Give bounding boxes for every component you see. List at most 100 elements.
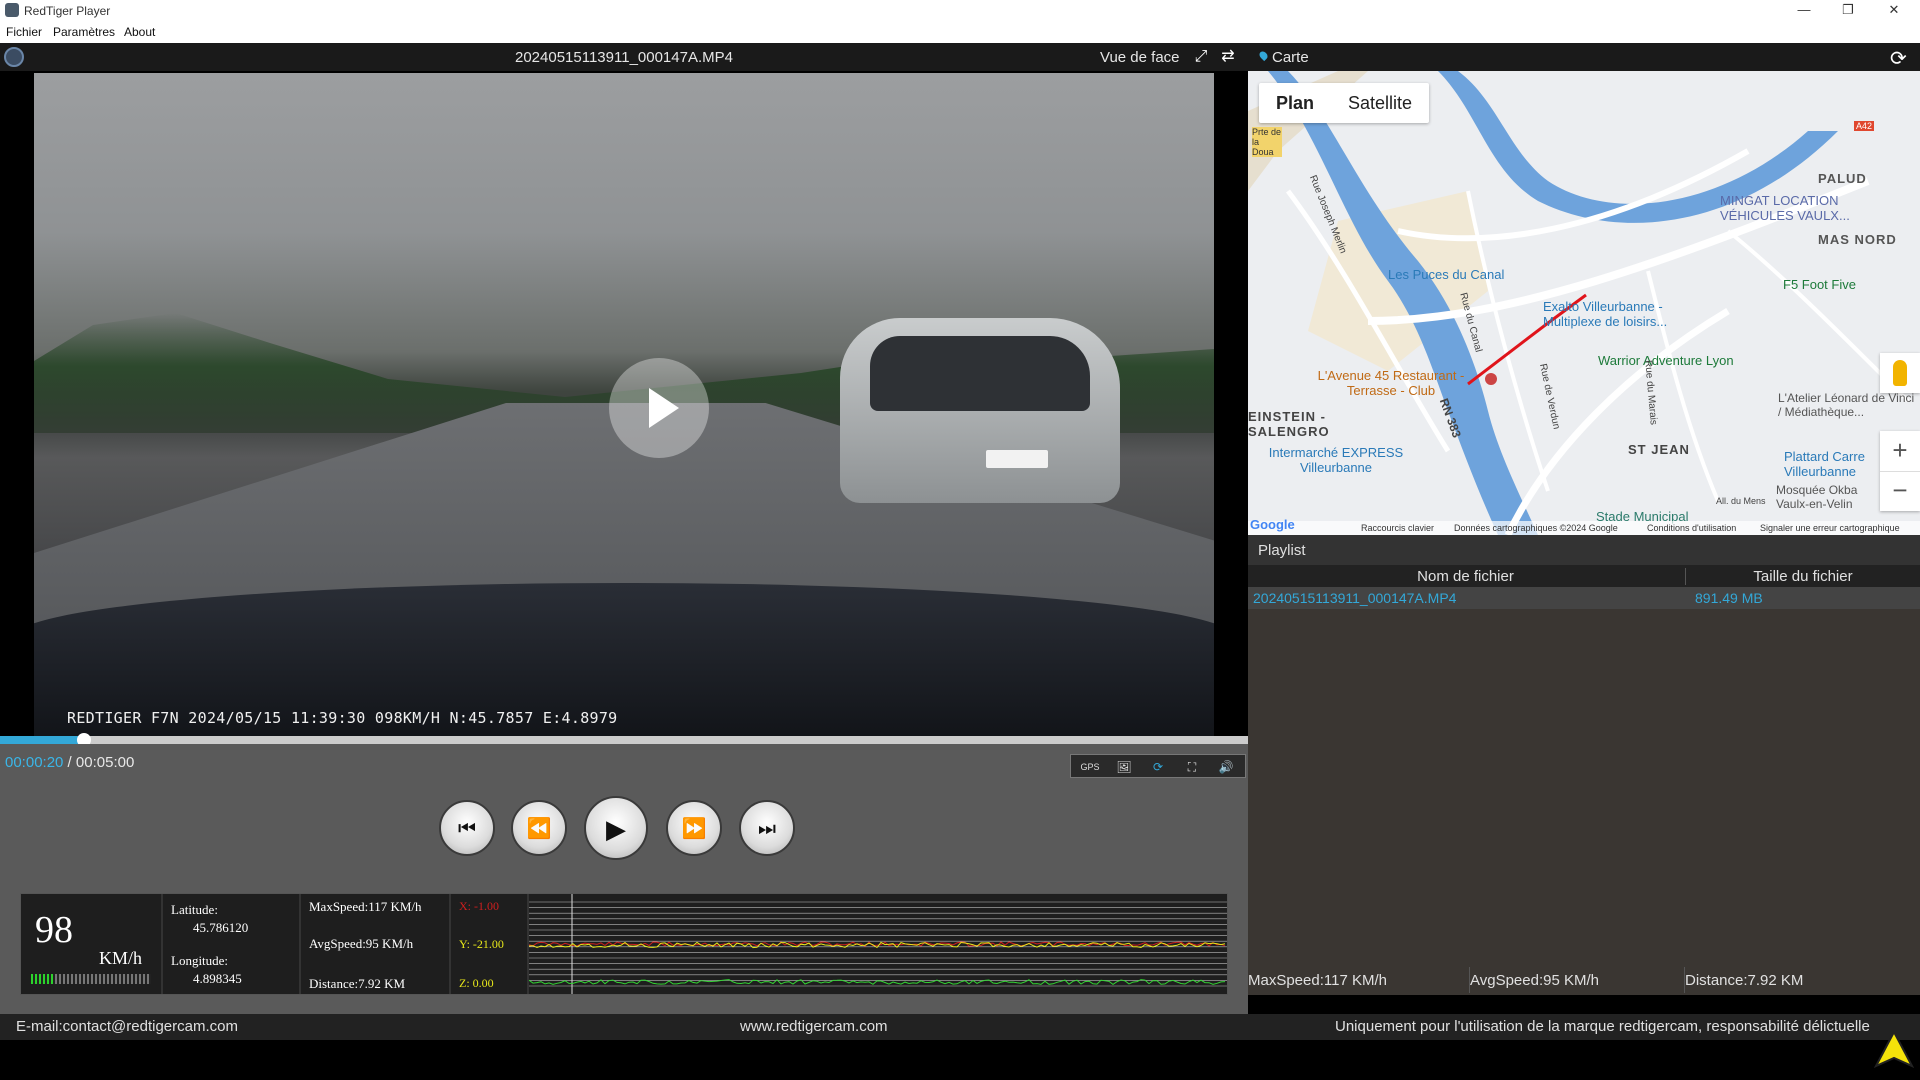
latitude-label: Latitude: <box>171 902 218 917</box>
max-speed-text: MaxSpeed:117 KM/h <box>309 899 422 914</box>
video-frame: REDTIGER F7N 2024/05/15 11:39:30 098KM/H… <box>34 73 1214 736</box>
map-label-a42: A42 <box>1854 121 1875 131</box>
vehicle-position-marker <box>1485 373 1497 385</box>
playlist-row-size: 891.49 MB <box>1695 590 1763 606</box>
trip-stats-box: MaxSpeed:117 KM/h AvgSpeed:95 KM/h Dista… <box>301 894 449 994</box>
map-label-porte-doua: Prte de la Doua <box>1252 127 1282 157</box>
restore-button[interactable]: ❐ <box>1826 0 1870 20</box>
gsensor-values-box: X: -1.00 Y: -21.00 Z: 0.00 <box>451 894 527 994</box>
map-label-plattard: Plattard Carre Villeurbanne <box>1784 449 1865 479</box>
rotate-icon[interactable]: ⟳ <box>1143 757 1173 777</box>
map-pin-icon <box>1257 49 1270 62</box>
time-display: 00:00:20 / 00:05:00 <box>5 754 134 771</box>
speed-meter <box>31 974 151 984</box>
playlist-body[interactable] <box>1248 609 1920 965</box>
silver-minivan <box>840 318 1120 503</box>
playlist-row[interactable]: 20240515113911_000147A.MP4 891.49 MB <box>1248 587 1920 609</box>
menu-parametres[interactable]: Paramètres <box>53 25 115 39</box>
menu-bar: Fichier Paramètres About <box>0 20 1920 43</box>
footer-bar: E-mail:contact@redtigercam.com www.redti… <box>0 1014 1920 1040</box>
license-plate <box>986 450 1048 468</box>
zoom-in-button[interactable]: + <box>1880 431 1920 471</box>
map-tab-plan[interactable]: Plan <box>1259 83 1331 123</box>
video-header: 20240515113911_000147A.MP4 Vue de face ⤢… <box>0 43 1248 71</box>
longitude-label: Longitude: <box>171 953 229 968</box>
video-osd-text: REDTIGER F7N 2024/05/15 11:39:30 098KM/H… <box>67 709 618 727</box>
map-label-all-mens: All. du Mens <box>1716 496 1766 506</box>
summary-max-speed: MaxSpeed:117 KM/h <box>1248 972 1387 989</box>
play-button[interactable]: ▶ <box>584 796 648 860</box>
map-label-warrior: Warrior Adventure Lyon <box>1598 353 1734 368</box>
map-label-exalto: Exalto Villeurbanne - Multiplexe de lois… <box>1543 299 1668 329</box>
minimize-button[interactable]: — <box>1782 0 1826 20</box>
mouse-cursor-icon <box>1874 1030 1914 1068</box>
switch-camera-icon[interactable]: ⇄ <box>1218 48 1238 66</box>
footer-disclaimer: Uniquement pour l'utilisation de la marq… <box>1335 1018 1870 1035</box>
map-label-intermarche: Intermarché EXPRESS Villeurbanne <box>1268 445 1404 475</box>
map-tab-satellite[interactable]: Satellite <box>1331 83 1429 123</box>
close-button[interactable]: ✕ <box>1872 0 1916 20</box>
current-time: 00:00:20 <box>5 754 64 771</box>
map-label-avenue45: L'Avenue 45 Restaurant - Terrasse - Club <box>1317 368 1465 398</box>
rewind-button[interactable]: ⏪ <box>511 800 567 856</box>
gsensor-z-value: Z: 0.00 <box>459 976 494 990</box>
report-error-link[interactable]: Signaler une erreur cartographique <box>1760 523 1900 533</box>
gps-export-icon[interactable]: GPS <box>1075 757 1105 777</box>
latitude-value: 45.786120 <box>193 920 249 935</box>
playlist-title: Playlist <box>1258 542 1306 559</box>
window-title: RedTiger Player <box>24 4 111 18</box>
google-logo: Google <box>1250 517 1295 532</box>
time-separator: / <box>63 754 76 771</box>
map-label-mingat: MINGAT LOCATION VÉHICULES VAULX... <box>1720 193 1850 223</box>
keyboard-shortcuts-link[interactable]: Raccourcis clavier <box>1361 523 1434 533</box>
playlist-table-header: Nom de fichier Taille du fichier <box>1248 565 1920 587</box>
street-view-pegman-icon[interactable] <box>1880 353 1920 393</box>
telemetry-panel: 98 KM/h Latitude: 45.786120 Longitude: 4… <box>20 893 1228 995</box>
previous-file-button[interactable]: ⏮ <box>439 800 495 856</box>
seek-bar[interactable] <box>0 733 1248 747</box>
summary-avg-speed: AvgSpeed:95 KM/h <box>1470 972 1599 989</box>
map-title: Carte <box>1272 49 1309 66</box>
map-attribution: Google Raccourcis clavier Données cartog… <box>1248 517 1920 535</box>
playlist-row-filename: 20240515113911_000147A.MP4 <box>1253 590 1457 606</box>
menu-fichier[interactable]: Fichier <box>6 25 42 39</box>
map-label-einstein: EINSTEIN - SALENGRO <box>1248 409 1330 439</box>
play-overlay-icon[interactable] <box>609 358 709 458</box>
footer-website[interactable]: www.redtigercam.com <box>740 1018 888 1035</box>
screenshot-icon[interactable]: 🖼 <box>1109 757 1139 777</box>
playlist-header: Playlist <box>1248 535 1920 565</box>
map-zoom-control: + − <box>1880 431 1920 511</box>
summary-stats-bar: MaxSpeed:117 KM/h AvgSpeed:95 KM/h Dista… <box>1248 965 1920 995</box>
tool-strip: GPS 🖼 ⟳ ⛶ 🔊 <box>1070 754 1246 778</box>
next-file-button[interactable]: ⏭ <box>739 800 795 856</box>
map-label-mas-nord: MAS NORD <box>1818 232 1897 247</box>
map-label-palud: PALUD <box>1818 171 1867 186</box>
map-label-atelier: L'Atelier Léonard de Vinci / Médiathèque… <box>1778 391 1915 419</box>
volume-icon[interactable]: 🔊 <box>1211 757 1241 777</box>
footer-email[interactable]: E-mail:contact@redtigercam.com <box>16 1018 238 1035</box>
terms-link[interactable]: Conditions d'utilisation <box>1647 523 1736 533</box>
expand-view-icon[interactable]: ⤢ <box>1191 48 1211 66</box>
coordinates-box: Latitude: 45.786120 Longitude: 4.898345 <box>163 894 299 994</box>
map-data-credit: Données cartographiques ©2024 Google <box>1454 523 1618 533</box>
fullscreen-icon[interactable]: ⛶ <box>1177 757 1207 777</box>
gsensor-y-value: Y: -21.00 <box>459 937 504 951</box>
distance-text: Distance:7.92 KM <box>309 976 406 991</box>
map-label-puces-canal: Les Puces du Canal <box>1388 267 1505 282</box>
column-filesize[interactable]: Taille du fichier <box>1685 568 1920 585</box>
column-filename[interactable]: Nom de fichier <box>1248 568 1683 585</box>
map-label-mosquee-okba: Mosquée Okba Vaulx-en-Velin <box>1776 483 1858 511</box>
map-refresh-icon[interactable]: ⟳ <box>1890 46 1907 71</box>
zoom-out-button[interactable]: − <box>1880 471 1920 511</box>
fast-forward-button[interactable]: ⏩ <box>666 800 722 856</box>
app-window: RedTiger Player — ❐ ✕ Fichier Paramètres… <box>0 0 1920 1080</box>
app-icon <box>5 3 19 17</box>
speed-meter-fill <box>31 974 55 984</box>
video-area[interactable]: REDTIGER F7N 2024/05/15 11:39:30 098KM/H… <box>0 71 1248 736</box>
gsensor-graph <box>528 894 1227 994</box>
map-header: Carte ⟳ <box>1248 43 1920 71</box>
speed-unit: KM/h <box>99 948 143 968</box>
gsensor-x-value: X: -1.00 <box>459 899 499 913</box>
map-view[interactable]: Plan Satellite PALUD MINGAT LOCATION VÉHI… <box>1248 71 1920 535</box>
menu-about[interactable]: About <box>124 25 155 39</box>
